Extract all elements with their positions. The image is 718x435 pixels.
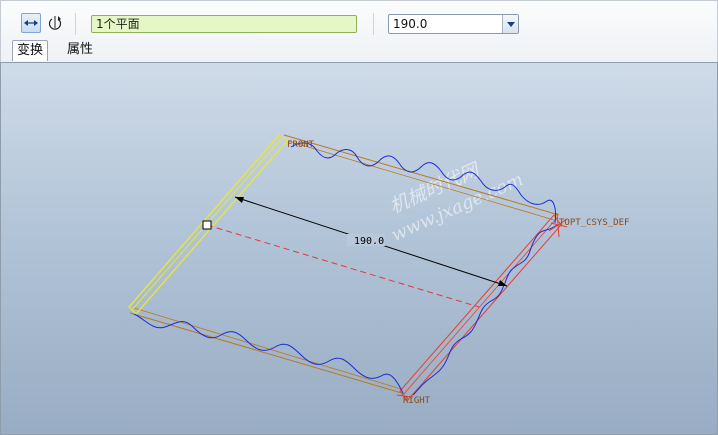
reference-collector[interactable]: 1个平面 [91, 15, 357, 33]
dropdown-button[interactable] [502, 15, 518, 33]
model-canvas[interactable]: 机械时代网 www.jxage.com 190.0 FRONT RIGHT TO… [1, 63, 717, 434]
offset-guide-line [206, 224, 480, 308]
rotate-icon [48, 16, 62, 30]
offset-plane-preview[interactable] [396, 214, 562, 402]
front-plane[interactable] [129, 134, 560, 395]
graphics-window[interactable]: 机械时代网 www.jxage.com 190.0 FRONT RIGHT TO… [0, 62, 718, 435]
offset-value-combo[interactable]: 190.0 [388, 14, 519, 34]
tab-transform[interactable]: 变换 [12, 40, 49, 61]
offset-value[interactable]: 190.0 [393, 17, 427, 31]
rotate-button[interactable] [45, 13, 65, 33]
toolbar-separator [373, 13, 374, 35]
watermark: 机械时代网 www.jxage.com [386, 158, 526, 246]
csys-label: TOPT_CSYS_DEF [559, 218, 629, 228]
chevron-down-icon [506, 21, 515, 27]
front-label: FRONT [287, 140, 315, 150]
toolbar-separator [75, 13, 76, 35]
translate-arrows-icon [24, 20, 38, 26]
tab-properties[interactable]: 属性 [63, 40, 97, 60]
right-label: RIGHT [403, 396, 431, 406]
translate-button[interactable] [21, 13, 41, 33]
drag-handle[interactable] [202, 220, 212, 230]
dimension-value[interactable]: 190.0 [354, 236, 384, 247]
dashboard-toolbar: 1个平面 190.0 变换 属性 [0, 0, 718, 63]
